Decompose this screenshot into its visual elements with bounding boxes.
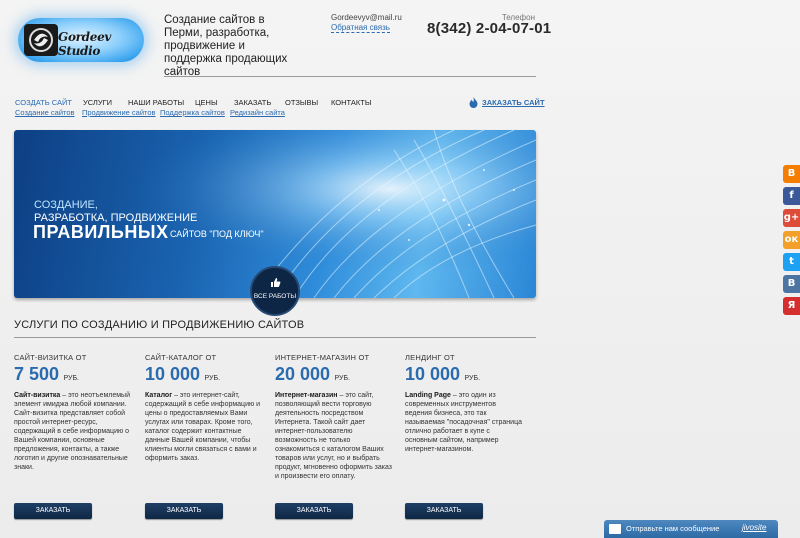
contact-block: Gordeevyv@mail.ru Обратная связь	[331, 13, 402, 33]
banner-headline: ПРАВИЛЬНЫХ	[33, 222, 169, 242]
service-price: 20 000 РУБ.	[275, 364, 393, 385]
price-currency: РУБ.	[63, 375, 80, 382]
service-desc-term: Каталог	[145, 392, 173, 399]
service-desc-term: Интернет-магазин	[275, 392, 338, 399]
service-title: САЙТ-ВИЗИТКА ОТ	[14, 353, 87, 362]
nav-item-prices[interactable]: ЦЕНЫ	[195, 98, 218, 107]
order-button[interactable]: ЗАКАЗАТЬ	[14, 503, 92, 519]
nav-item-services[interactable]: УСЛУГИ	[83, 98, 112, 107]
phone-number: 8(342) 2-04-07-01	[427, 20, 552, 37]
google-plus-icon[interactable]: g+	[783, 209, 800, 227]
vkontakte-icon[interactable]: В	[783, 275, 800, 293]
nav-item-order[interactable]: ЗАКАЗАТЬ	[234, 98, 271, 107]
price-currency: РУБ.	[334, 375, 351, 382]
service-description: Landing Page – это один из современных и…	[405, 391, 523, 454]
service-description: Сайт-визитка – это неотъемлемый элемент …	[14, 391, 132, 472]
service-desc-text: – это один из современных инструментов в…	[405, 392, 522, 453]
service-desc-term: Landing Page	[405, 392, 451, 399]
order-button[interactable]: ЗАКАЗАТЬ	[405, 503, 483, 519]
thumbs-up-icon	[271, 278, 281, 287]
price-value: 20 000	[275, 364, 331, 384]
social-share-bar: Bf g+ ок t В Я	[783, 165, 800, 319]
all-works-label: ВСЕ РАБОТЫ	[253, 293, 297, 300]
logo-mark-icon	[24, 24, 58, 56]
chat-brand: jivosite	[742, 523, 767, 532]
services-title: УСЛУГИ ПО СОЗДАНИЮ И ПРОДВИЖЕНИЮ САЙТОВ	[14, 319, 305, 331]
nav-item-create-site[interactable]: СОЗДАТЬ САЙТ	[15, 98, 72, 107]
service-card: САЙТ-ВИЗИТКА ОТ 7 500 РУБ. Сайт-визитка …	[14, 353, 132, 472]
service-desc-text: – это неотъемлемый элемент имиджа любой …	[14, 392, 130, 471]
price-value: 7 500	[14, 364, 60, 384]
all-works-button[interactable]: ВСЕ РАБОТЫ	[250, 266, 300, 316]
nav-item-contacts[interactable]: КОНТАКТЫ	[331, 98, 371, 107]
price-value: 10 000	[145, 364, 201, 384]
banner-subline: САЙТОВ "ПОД КЛЮЧ"	[170, 229, 264, 239]
service-title: САЙТ-КАТАЛОГ ОТ	[145, 353, 217, 362]
order-button[interactable]: ЗАКАЗАТЬ	[145, 503, 223, 519]
header-divider	[164, 76, 536, 77]
price-value: 10 000	[405, 364, 461, 384]
facebook-icon[interactable]: f	[783, 187, 800, 205]
service-card: ИНТЕРНЕТ-МАГАЗИН ОТ 20 000 РУБ. Интернет…	[275, 353, 393, 481]
service-desc-term: Сайт-визитка	[14, 392, 61, 399]
service-card: ЛЕНДИНГ ОТ 10 000 РУБ. Landing Page – эт…	[405, 353, 523, 454]
price-currency: РУБ.	[464, 375, 481, 382]
order-site-link[interactable]: ЗАКАЗАТЬ САЙТ	[482, 98, 545, 107]
sub-link-site-redesign[interactable]: Редизайн сайта	[230, 108, 285, 117]
service-price: 7 500 РУБ.	[14, 364, 132, 385]
logo-text: Gordeev Studio	[58, 30, 112, 58]
services-divider	[14, 337, 536, 338]
service-title: ЛЕНДИНГ ОТ	[405, 353, 455, 362]
twitter-icon[interactable]: t	[783, 253, 800, 271]
sub-link-site-support[interactable]: Поддержка сайтов	[160, 108, 225, 117]
service-price: 10 000 РУБ.	[405, 364, 523, 385]
service-price: 10 000 РУБ.	[145, 364, 263, 385]
service-desc-text: – это сайт, позволяющий вести торговую д…	[275, 392, 392, 480]
envelope-icon	[609, 524, 621, 534]
header-tagline: Создание сайтов в Перми, разработка, про…	[164, 14, 288, 78]
flame-icon	[469, 97, 478, 108]
order-button[interactable]: ЗАКАЗАТЬ	[275, 503, 353, 519]
sub-link-site-promotion[interactable]: Продвижение сайтов	[82, 108, 156, 117]
nav-item-reviews[interactable]: ОТЗЫВЫ	[285, 98, 318, 107]
chat-widget[interactable]: Отправьте нам сообщение jivosite	[604, 520, 778, 538]
nav-item-our-works[interactable]: НАШИ РАБОТЫ	[128, 98, 184, 107]
service-title: ИНТЕРНЕТ-МАГАЗИН ОТ	[275, 353, 370, 362]
email-text: Gordeevyv@mail.ru	[331, 13, 402, 22]
service-desc-text: – это интернет-сайт, содержащий в себе и…	[145, 392, 261, 462]
service-description: Каталог – это интернет-сайт, содержащий …	[145, 391, 263, 463]
sub-link-site-creation[interactable]: Создание сайтов	[15, 108, 75, 117]
banner-line-1: СОЗДАНИЕ,	[34, 199, 98, 211]
price-currency: РУБ.	[204, 375, 221, 382]
liveinternet-icon[interactable]: Я	[783, 297, 800, 315]
logo[interactable]: Gordeev Studio	[18, 18, 144, 62]
feedback-link[interactable]: Обратная связь	[331, 23, 390, 33]
service-card: САЙТ-КАТАЛОГ ОТ 10 000 РУБ. Каталог – эт…	[145, 353, 263, 463]
odnoklassniki-icon[interactable]: ок	[783, 231, 800, 249]
page: Gordeev Studio Создание сайтов в Перми, …	[0, 0, 800, 538]
blogger-icon[interactable]: B	[783, 165, 800, 183]
service-description: Интернет-магазин – это сайт, позволяющий…	[275, 391, 393, 481]
chat-label: Отправьте нам сообщение	[626, 524, 720, 533]
